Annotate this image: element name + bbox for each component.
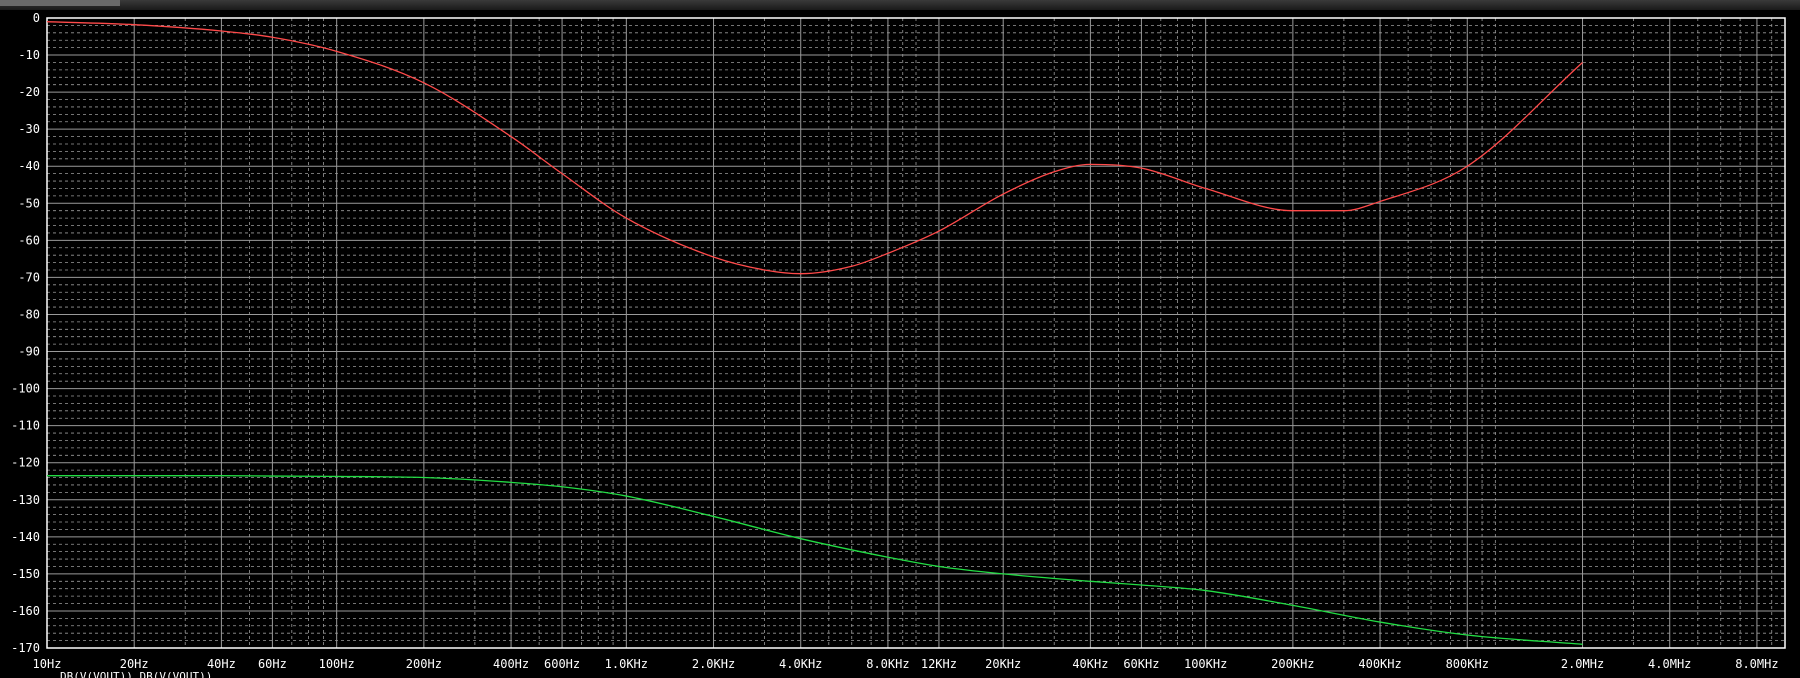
y-axis-ticks: 0 -10 -20 -30 -40 -50 -60 -70 -80 -90 -100 -110 -120…: [11, 11, 40, 655]
bode-plot: 0 -10 -20 -30 -40 -50 -60 -70 -80 -90 -100 -110 -120…: [11, 11, 1786, 678]
x-tick-label: 60KHz: [1123, 657, 1159, 671]
x-tick-label: 100KHz: [1184, 657, 1227, 671]
x-tick-label: 600Hz: [544, 657, 580, 671]
y-tick-label: -30: [18, 122, 40, 136]
x-tick-label: 200Hz: [406, 657, 442, 671]
y-tick-label: -50: [18, 196, 40, 210]
x-tick-label: 4.0MHz: [1648, 657, 1691, 671]
x-tick-label: 1.0KHz: [605, 657, 648, 671]
x-tick-label: 8.0MHz: [1735, 657, 1778, 671]
x-tick-label: 8.0KHz: [866, 657, 909, 671]
y-tick-label: -110: [11, 419, 40, 433]
y-tick-label: -90: [18, 345, 40, 359]
x-tick-label: 100Hz: [319, 657, 355, 671]
x-tick-label: 12KHz: [921, 657, 957, 671]
x-tick-label: 40KHz: [1072, 657, 1108, 671]
x-tick-label: 400KHz: [1358, 657, 1401, 671]
y-tick-label: -10: [18, 48, 40, 62]
x-tick-label: 20Hz: [120, 657, 149, 671]
y-tick-label: -150: [11, 567, 40, 581]
y-tick-label: -60: [18, 233, 40, 247]
x-tick-label: 400Hz: [493, 657, 529, 671]
x-tick-label: 20KHz: [985, 657, 1021, 671]
x-tick-label: 40Hz: [207, 657, 236, 671]
x-tick-label: 200KHz: [1271, 657, 1314, 671]
x-tick-label: 2.0KHz: [692, 657, 735, 671]
x-tick-label: 60Hz: [258, 657, 287, 671]
x-tick-label: 10Hz: [33, 657, 62, 671]
series-line-2: [47, 475, 1583, 645]
series-line-1: [46, 21, 1583, 275]
y-tick-label: -40: [18, 159, 40, 173]
x-tick-label: 2.0MHz: [1561, 657, 1604, 671]
minor-grid: [47, 18, 1785, 648]
x-tick-label: 4.0KHz: [779, 657, 822, 671]
y-tick-label: -100: [11, 382, 40, 396]
y-tick-label: -140: [11, 530, 40, 544]
y-tick-label: -20: [18, 85, 40, 99]
x-tick-label: 800KHz: [1446, 657, 1489, 671]
y-tick-label: -80: [18, 307, 40, 321]
y-tick-label: -170: [11, 641, 40, 655]
y-tick-label: -70: [18, 270, 40, 284]
x-axis-ticks: 10Hz 20Hz 40Hz 60Hz 100Hz 200Hz 400Hz 600Hz 1.0K…: [33, 657, 1779, 671]
y-tick-label: -160: [11, 604, 40, 618]
series-layer: [46, 21, 1583, 645]
y-tick-label: 0: [33, 11, 40, 25]
legend-trace-names: DB(V(VOUT)) DB(V(VOUT)): [60, 670, 212, 678]
y-tick-label: -120: [11, 456, 40, 470]
y-tick-label: -130: [11, 493, 40, 507]
